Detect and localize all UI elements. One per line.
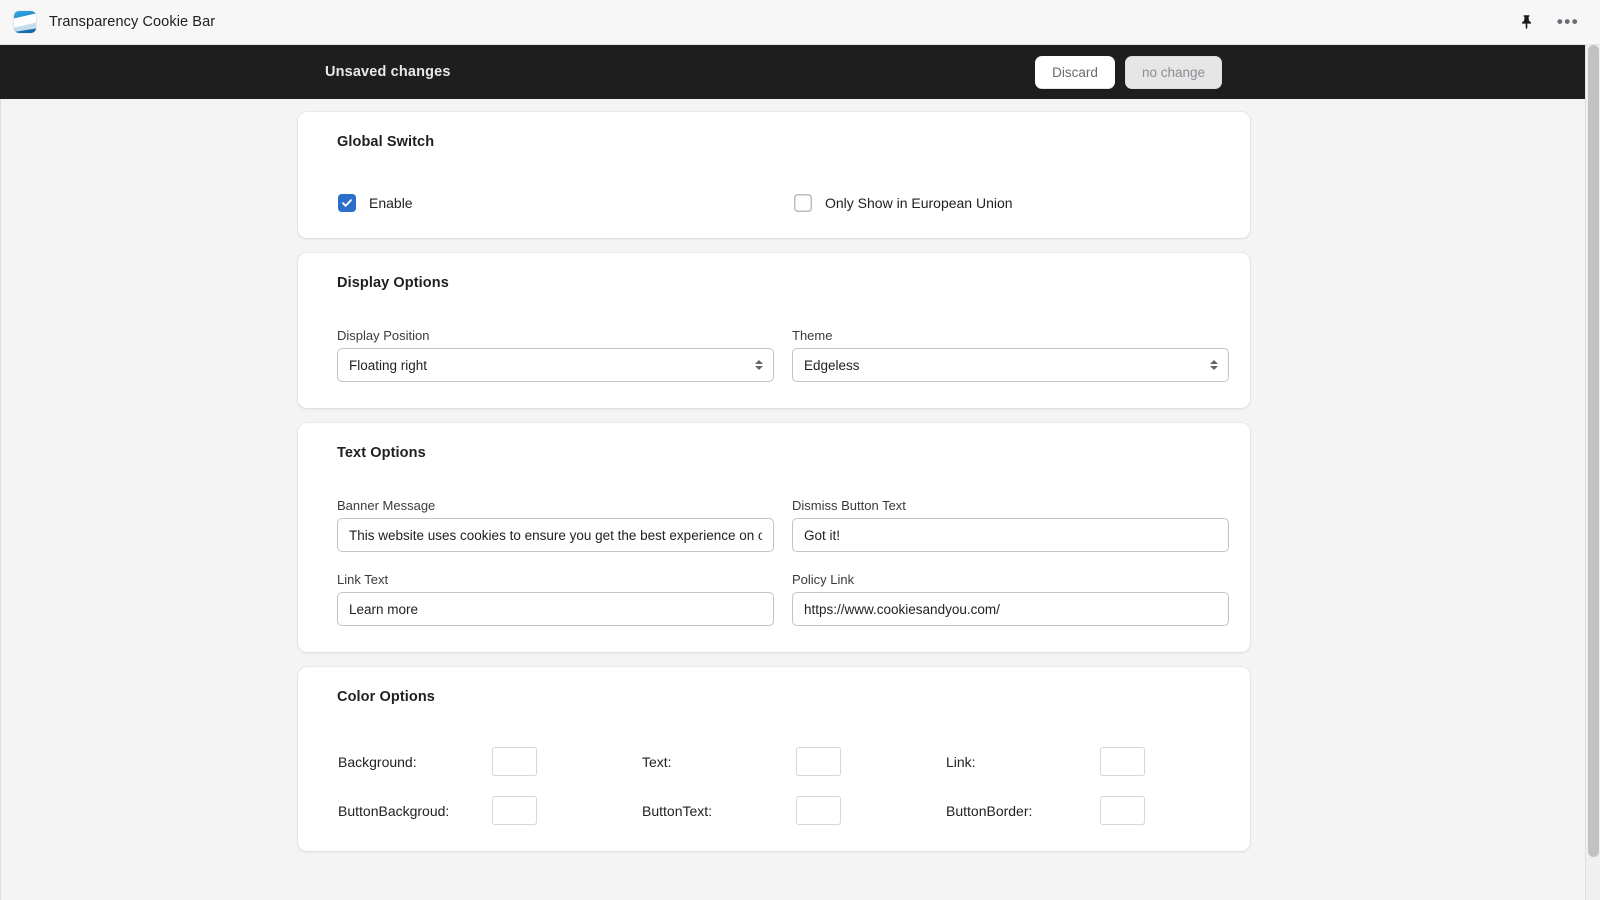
- color-field-background: Background:: [338, 747, 642, 776]
- input-policy-link[interactable]: [792, 592, 1229, 626]
- app-title: Transparency Cookie Bar: [49, 14, 216, 30]
- label-dismiss-button-text: Dismiss Button Text: [792, 498, 906, 513]
- section-title-color-options: Color Options: [337, 689, 435, 705]
- label-policy-link: Policy Link: [792, 572, 855, 587]
- label-theme: Theme: [792, 328, 833, 343]
- checkbox-enable[interactable]: Enable: [338, 194, 794, 212]
- vertical-scrollbar-thumb[interactable]: [1588, 45, 1599, 857]
- field-dismiss-button-text: Dismiss Button Text: [792, 498, 1229, 552]
- color-options-grid: Background: Text: Link: ButtonBackgroud:…: [337, 747, 1211, 825]
- text-options-fields: Banner Message Dismiss Button Text Link …: [337, 498, 1229, 626]
- card-text-options: Text Options Banner Message Dismiss Butt…: [298, 423, 1250, 652]
- label-link: Link:: [946, 753, 976, 770]
- pin-icon[interactable]: [1516, 12, 1536, 32]
- color-field-text: Text:: [642, 747, 946, 776]
- app-bar-actions: •••: [1516, 12, 1586, 32]
- settings-scroll-region[interactable]: Global Switch Enable Only Show in Europe…: [0, 99, 1585, 900]
- color-swatch-button-border[interactable]: [1100, 796, 1145, 825]
- color-swatch-text[interactable]: [796, 747, 841, 776]
- section-title-text-options: Text Options: [337, 445, 426, 461]
- color-swatch-link[interactable]: [1100, 747, 1145, 776]
- label-background: Background:: [338, 753, 417, 770]
- color-field-button-background: ButtonBackgroud:: [338, 796, 642, 825]
- color-field-button-border: ButtonBorder:: [946, 796, 1212, 825]
- field-theme: Theme Edgeless: [792, 328, 1229, 382]
- field-banner-message: Banner Message: [337, 498, 774, 552]
- checkbox-enable-box[interactable]: [338, 194, 356, 212]
- display-options-fields: Display Position Floating right Theme Ed…: [337, 328, 1229, 382]
- discard-button[interactable]: Discard: [1035, 55, 1115, 89]
- unsaved-changes-bar: Unsaved changes Discard no change: [0, 45, 1585, 99]
- app-title-bar: Transparency Cookie Bar •••: [0, 0, 1600, 45]
- checkbox-enable-label: Enable: [369, 195, 413, 211]
- vertical-scrollbar-track[interactable]: [1585, 45, 1600, 900]
- section-title-display-options: Display Options: [337, 275, 449, 291]
- input-banner-message[interactable]: [337, 518, 774, 552]
- app-wave-icon: [14, 11, 36, 33]
- save-button[interactable]: no change: [1124, 55, 1222, 89]
- field-link-text: Link Text: [337, 572, 774, 626]
- color-field-link: Link:: [946, 747, 1212, 776]
- checkbox-eu-only-label: Only Show in European Union: [825, 195, 1013, 211]
- color-swatch-button-text[interactable]: [796, 796, 841, 825]
- card-global-switch: Global Switch Enable Only Show in Europe…: [298, 112, 1250, 238]
- more-options-icon[interactable]: •••: [1557, 12, 1578, 32]
- checkbox-eu-only-box[interactable]: [794, 194, 812, 212]
- color-swatch-button-background[interactable]: [492, 796, 537, 825]
- label-button-text: ButtonText:: [642, 802, 713, 819]
- global-switch-checkbox-row: Enable Only Show in European Union: [337, 194, 1211, 212]
- input-dismiss-button-text[interactable]: [792, 518, 1229, 552]
- save-bar-actions: Discard no change: [1035, 55, 1585, 89]
- input-link-text[interactable]: [337, 592, 774, 626]
- unsaved-changes-title: Unsaved changes: [325, 64, 451, 80]
- label-button-border: ButtonBorder:: [946, 802, 1033, 819]
- color-swatch-background[interactable]: [492, 747, 537, 776]
- color-field-button-text: ButtonText:: [642, 796, 946, 825]
- label-display-position: Display Position: [337, 328, 430, 343]
- checkbox-eu-only[interactable]: Only Show in European Union: [794, 194, 1013, 212]
- select-display-position[interactable]: Floating right: [337, 348, 774, 382]
- label-banner-message: Banner Message: [337, 498, 436, 513]
- card-color-options: Color Options Background: Text: Link: Bu…: [298, 667, 1250, 851]
- select-theme[interactable]: Edgeless: [792, 348, 1229, 382]
- label-button-background: ButtonBackgroud:: [338, 802, 450, 819]
- field-display-position: Display Position Floating right: [337, 328, 774, 382]
- section-title-global-switch: Global Switch: [337, 134, 435, 150]
- field-policy-link: Policy Link: [792, 572, 1229, 626]
- label-text: Text:: [642, 753, 672, 770]
- label-link-text: Link Text: [337, 572, 389, 587]
- card-display-options: Display Options Display Position Floatin…: [298, 253, 1250, 408]
